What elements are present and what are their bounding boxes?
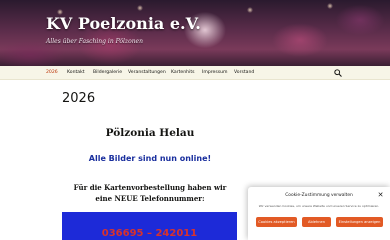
close-icon[interactable]: ✕: [377, 192, 384, 199]
nav-item-kontakt[interactable]: Kontakt: [67, 66, 85, 80]
site-tagline: Alles über Fasching in Pölzonen: [46, 38, 143, 45]
cookie-consent-panel: Cookie-Zustimmung verwalten ✕ Wir verwen…: [248, 187, 390, 240]
nav-item-kartenhits[interactable]: Kartenhits: [171, 66, 195, 80]
accept-cookies-button[interactable]: Cookies akzeptieren: [256, 217, 297, 227]
cookie-text: Wir verwenden Cookies, um unsere Website…: [258, 204, 380, 208]
cookie-preferences-button[interactable]: Einstellungen anzeigen: [336, 217, 383, 227]
headline: Pölzonia Helau: [105, 127, 195, 139]
site-header: KV Poelzonia e.V. Alles über Fasching in…: [0, 0, 390, 66]
phone-number: 036695 – 242011: [101, 228, 198, 239]
search-icon[interactable]: [334, 69, 342, 77]
nav-item-impressum[interactable]: Impressum: [202, 66, 228, 80]
nav-item-bildergalerie[interactable]: Bildergalerie: [93, 66, 122, 80]
page-title: 2026: [62, 91, 96, 106]
deny-cookies-button[interactable]: Ablehnen: [302, 217, 331, 227]
main-navigation: 2026 Kontakt Bildergalerie Veranstaltung…: [0, 66, 390, 80]
nav-item-2026[interactable]: 2026: [46, 66, 58, 80]
nav-item-veranstaltungen[interactable]: Veranstaltungen: [128, 66, 166, 80]
nav-item-vorstand[interactable]: Vorstand: [234, 66, 254, 80]
site-title[interactable]: KV Poelzonia e.V.: [46, 14, 201, 33]
header-image: [0, 0, 390, 66]
phone-banner: 036695 – 242011: [62, 212, 237, 240]
announcement-subline: Alle Bilder sind nun online!: [88, 154, 212, 163]
cookie-title: Cookie-Zustimmung verwalten: [285, 193, 353, 198]
